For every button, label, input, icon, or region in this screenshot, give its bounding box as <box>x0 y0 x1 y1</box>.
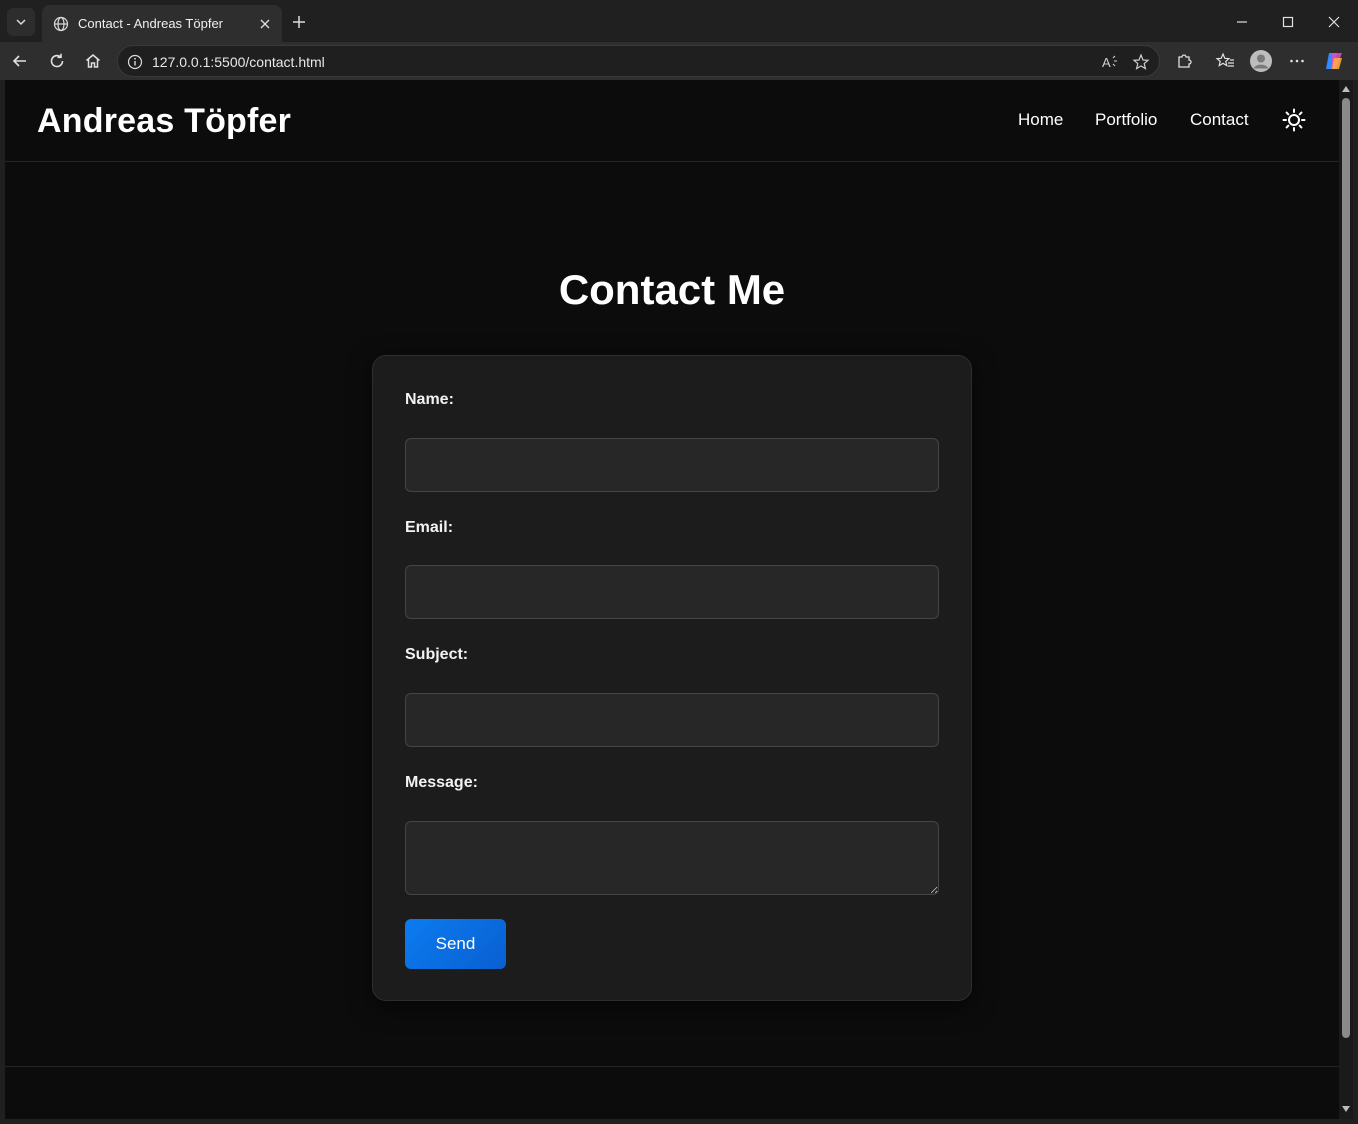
site-footer <box>5 1066 1339 1119</box>
contact-form: Name: Email: Subject: Message: Send <box>372 355 972 1001</box>
triangle-down-icon <box>1342 1106 1350 1112</box>
scroll-down-button[interactable] <box>1341 1104 1351 1114</box>
address-url: 127.0.0.1:5500/contact.html <box>152 54 325 70</box>
subject-label: Subject: <box>405 646 469 663</box>
browser-titlebar: Contact - Andreas Töpfer <box>0 0 1358 42</box>
nav-link-contact[interactable]: Contact <box>1190 110 1249 130</box>
puzzle-icon <box>1178 54 1192 68</box>
close-window-button[interactable] <box>1319 8 1349 36</box>
home-button[interactable] <box>79 48 107 74</box>
scrollbar-thumb[interactable] <box>1342 98 1350 1038</box>
site-header: Andreas Töpfer Home Portfolio Contact <box>5 80 1339 162</box>
copilot-icon <box>1326 53 1342 69</box>
subject-input[interactable] <box>405 693 939 747</box>
more-icon <box>1290 59 1304 63</box>
read-aloud-icon[interactable]: A <box>1100 52 1120 72</box>
page-scrollbar[interactable] <box>1339 80 1353 1119</box>
plus-icon <box>293 16 305 28</box>
extensions-button[interactable] <box>1170 48 1198 74</box>
name-label: Name: <box>405 391 454 408</box>
page-viewport: Andreas Töpfer Home Portfolio Contact Co… <box>5 80 1339 1119</box>
refresh-button[interactable] <box>43 48 71 74</box>
sun-icon <box>1282 108 1306 132</box>
page-title: Contact Me <box>558 266 786 313</box>
message-label: Message: <box>405 774 478 791</box>
svg-text:A: A <box>1102 55 1111 70</box>
minimize-icon <box>1237 21 1247 23</box>
nav-link-home[interactable]: Home <box>1018 110 1063 130</box>
close-icon <box>1328 16 1340 28</box>
close-icon <box>260 19 270 28</box>
back-button[interactable] <box>6 48 34 74</box>
refresh-icon <box>50 53 64 68</box>
star-icon[interactable] <box>1131 52 1151 72</box>
name-input[interactable] <box>405 438 939 492</box>
new-tab-button[interactable] <box>288 11 310 33</box>
copilot-button[interactable] <box>1320 48 1348 74</box>
chevron-down-icon <box>16 19 26 26</box>
avatar-icon <box>1250 50 1272 72</box>
favorites-icon <box>1215 52 1234 67</box>
email-label: Email: <box>405 519 454 536</box>
close-tab-button[interactable] <box>256 15 274 33</box>
maximize-button[interactable] <box>1273 8 1303 36</box>
home-icon <box>86 54 100 68</box>
send-button[interactable]: Send <box>405 919 506 969</box>
globe-icon <box>52 15 70 33</box>
favorites-button[interactable] <box>1211 48 1239 74</box>
profile-button[interactable] <box>1247 48 1275 74</box>
info-icon[interactable] <box>126 53 144 71</box>
message-textarea[interactable] <box>405 821 939 895</box>
triangle-up-icon <box>1342 86 1350 92</box>
scroll-up-button[interactable] <box>1341 84 1351 94</box>
browser-tab-active[interactable]: Contact - Andreas Töpfer <box>42 5 282 42</box>
nav-link-portfolio[interactable]: Portfolio <box>1095 110 1157 130</box>
browser-toolbar: 127.0.0.1:5500/contact.html A <box>0 42 1358 80</box>
tab-list-button[interactable] <box>7 8 35 36</box>
more-button[interactable] <box>1283 48 1311 74</box>
theme-toggle-button[interactable] <box>1281 107 1307 133</box>
back-arrow-icon <box>12 55 26 67</box>
maximize-icon <box>1282 16 1294 28</box>
tab-title: Contact - Andreas Töpfer <box>78 16 224 31</box>
minimize-button[interactable] <box>1227 8 1257 36</box>
email-input[interactable] <box>405 565 939 619</box>
site-logo[interactable]: Andreas Töpfer <box>37 102 291 141</box>
address-bar[interactable]: 127.0.0.1:5500/contact.html A <box>117 45 1160 77</box>
